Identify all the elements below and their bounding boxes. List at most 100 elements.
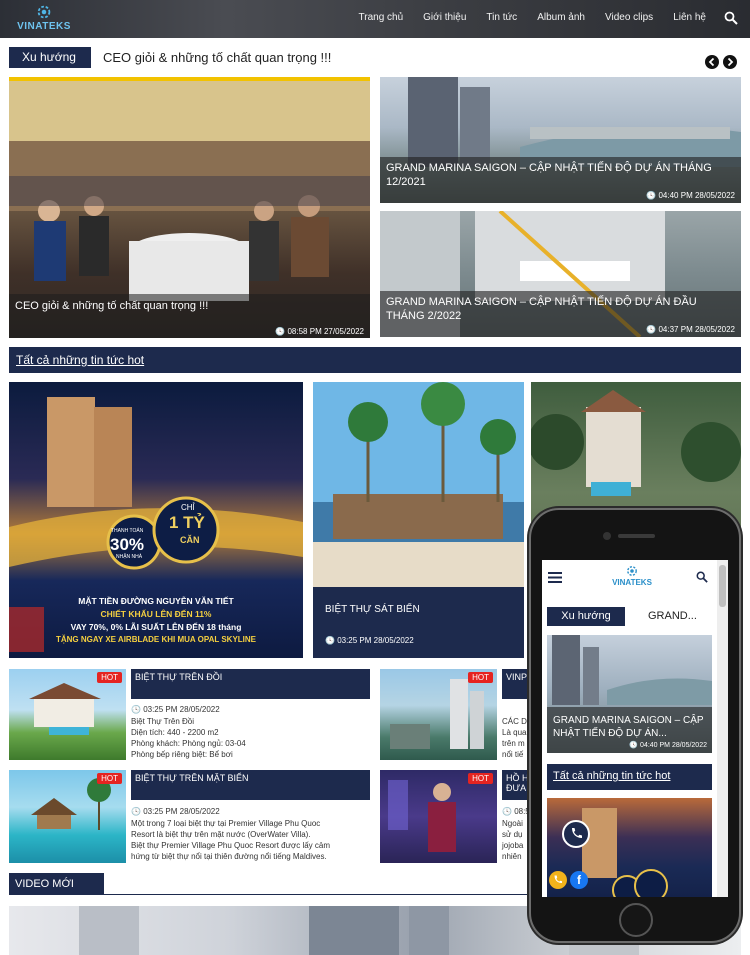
phone-speaker xyxy=(618,534,655,538)
hot-news-link[interactable]: Tất cả những tin tức hot xyxy=(16,353,144,367)
list-item-2-thumb[interactable]: HOT xyxy=(9,770,126,863)
hot-news-bar: Tất cả những tin tức hot xyxy=(9,347,741,373)
list-item-2-line-3: Biệt thự Premier Village Phu Quoc Resort… xyxy=(131,841,330,850)
list-item-1-line-1: Biệt Thự Trên Đồi xyxy=(131,717,195,726)
phone-call-icon xyxy=(554,875,562,883)
phone-home-button xyxy=(619,903,653,937)
promo-line-4: TẶNG NGAY XE AIRBLADE KHI MUA OPAL SKYLI… xyxy=(55,635,257,644)
promo-line-2: CHIẾT KHẤU LÊN ĐẾN 11% xyxy=(100,609,212,619)
list-item-1-line-2: Diện tích: 440 - 2200 m2 xyxy=(131,728,219,737)
nav-videos[interactable]: Video clips xyxy=(605,12,653,23)
trending-ticker: Xu hướng CEO giỏi & những tố chất quan t… xyxy=(9,47,741,69)
hot-badge: HOT xyxy=(468,773,493,784)
phone-mockup: VINATEKS Xu hướng GRAND... GRAND MARINA … xyxy=(529,508,741,943)
phone-screen: VINATEKS Xu hướng GRAND... GRAND MARINA … xyxy=(542,560,728,897)
list-item-1-excerpt: Biệt Thự Trên Đồi Diện tích: 440 - 2200 … xyxy=(131,716,370,760)
beach-villa-image xyxy=(313,382,524,587)
phone-promo-card[interactable]: f xyxy=(547,798,712,897)
side-article-2-time-text: 04:37 PM 28/05/2022 xyxy=(658,325,735,334)
trending-label: Xu hướng xyxy=(9,47,91,68)
side-article-2[interactable]: GRAND MARINA SAIGON – CẬP NHẬT TIẾN ĐỘ D… xyxy=(380,211,741,337)
list-item-1-thumb[interactable]: HOT xyxy=(9,669,126,760)
featured-article[interactable]: CEO giỏi & những tố chất quan trọng !!! … xyxy=(9,77,370,338)
nav-home[interactable]: Trang chủ xyxy=(359,12,404,23)
beach-villa-title[interactable]: BIỆT THỰ SÁT BIỂN xyxy=(325,604,420,615)
logo-icon xyxy=(37,5,51,19)
facebook-icon[interactable]: f xyxy=(570,871,588,889)
hot-badge: HOT xyxy=(97,773,122,784)
chevron-left-icon[interactable] xyxy=(705,55,719,69)
list-item-1-line-3: Phòng khách: Phòng ngủ: 03-04 xyxy=(131,739,246,748)
side-article-1-time: 🕓 04:40 PM 28/05/2022 xyxy=(646,191,735,200)
list-item-2-time-text: 03:25 PM 28/05/2022 xyxy=(143,807,220,816)
list-item-1-line-4: Phòng bếp riêng biệt: Bể bơi xyxy=(131,750,233,759)
phone-scroll-thumb[interactable] xyxy=(719,565,726,607)
list-item-2-line-2: Resort là biệt thự trên mặt nước (OverWa… xyxy=(131,830,311,839)
promo-line-3: VAY 70%, 0% LÃI SUẤT LÊN ĐẾN 18 tháng xyxy=(70,622,242,632)
list-item-1-title[interactable]: BIỆT THỰ TRÊN ĐỒI xyxy=(131,669,370,699)
phone-logo-text: VINATEKS xyxy=(612,578,652,587)
list-item-2-excerpt: Một trong 7 loại biệt thự tại Premier Vi… xyxy=(131,818,370,862)
side-article-2-time: 🕓 04:37 PM 28/05/2022 xyxy=(646,325,735,334)
phone-trending-headline[interactable]: GRAND... xyxy=(648,610,697,622)
promo-badge-chi: CHỈ xyxy=(181,503,195,512)
main-nav: Trang chủ Giới thiệu Tin tức Album ảnh V… xyxy=(359,12,707,23)
video-section-title: VIDEO MỚI xyxy=(9,873,104,895)
phone-search-icon[interactable] xyxy=(696,571,708,583)
promo-card[interactable]: THANH TOÁN 30% NHẬN NHÀ CHỈ 1 TỶ CĂN MẶT… xyxy=(9,382,303,658)
side-article-1-title[interactable]: GRAND MARINA SAIGON – CẬP NHẬT TIẾN ĐỘ D… xyxy=(386,161,731,189)
list-item-4-time-text: 08:5 xyxy=(514,807,530,816)
site-header: VINATEKS Trang chủ Giới thiệu Tin tức Al… xyxy=(0,0,750,38)
list-item-1-time: 🕓 03:25 PM 28/05/2022 xyxy=(131,705,220,714)
nav-news[interactable]: Tin tức xyxy=(486,12,517,23)
promo-badge-bottom: NHẬN NHÀ xyxy=(116,554,143,560)
phone-scrollbar[interactable] xyxy=(717,560,728,897)
phone-logo[interactable]: VINATEKS xyxy=(602,564,662,587)
promo-line-1: MẶT TIỀN ĐƯỜNG NGUYỄN VĂN TIẾT xyxy=(78,596,234,606)
phone-camera xyxy=(603,532,611,540)
trending-headline[interactable]: CEO giỏi & những tố chất quan trọng !!! xyxy=(103,50,331,65)
side-article-1-time-text: 04:40 PM 28/05/2022 xyxy=(658,191,735,200)
hamburger-menu-icon[interactable] xyxy=(548,572,562,583)
list-item-4-thumb[interactable]: HOT xyxy=(380,770,497,863)
list-item-3-thumb[interactable]: HOT xyxy=(380,669,497,760)
chevron-right-icon[interactable] xyxy=(723,55,737,69)
phone-article-time-text: 04:40 PM 28/05/2022 xyxy=(640,742,707,749)
promo-badge-top: THANH TOÁN xyxy=(111,528,144,534)
side-article-1[interactable]: GRAND MARINA SAIGON – CẬP NHẬT TIẾN ĐỘ D… xyxy=(380,77,741,203)
nav-album[interactable]: Album ảnh xyxy=(537,12,585,23)
phone-icon xyxy=(572,828,582,838)
beach-villa-time-text: 03:25 PM 28/05/2022 xyxy=(337,636,414,645)
list-item-1-time-text: 03:25 PM 28/05/2022 xyxy=(143,705,220,714)
promo-badge-percent: 30% xyxy=(110,535,145,554)
nav-contact[interactable]: Liên hệ xyxy=(673,12,706,23)
nav-about[interactable]: Giới thiệu xyxy=(423,12,466,23)
phone-hotline-button[interactable] xyxy=(549,871,567,889)
list-item-4-time: 🕓 08:5 xyxy=(502,807,530,816)
list-item-2-line-4: hứng từ biệt thự nổi tại thiên đường nổi… xyxy=(131,852,327,861)
promo-badge-can: CĂN xyxy=(180,535,200,545)
beach-villa-time: 🕓 03:25 PM 28/05/2022 xyxy=(325,636,414,645)
phone-hot-news-link[interactable]: Tất cả những tin tức hot xyxy=(553,770,670,782)
phone-hot-news-bar: Tất cả những tin tức hot xyxy=(547,764,712,790)
phone-article-title[interactable]: GRAND MARINA SAIGON – CẬP NHẬT TIẾN ĐỘ D… xyxy=(553,714,708,740)
featured-time-text: 08:58 PM 27/05/2022 xyxy=(287,327,364,336)
phone-article-card[interactable]: GRAND MARINA SAIGON – CẬP NHẬT TIẾN ĐỘ D… xyxy=(547,635,712,753)
search-icon[interactable] xyxy=(724,11,738,25)
site-logo[interactable]: VINATEKS xyxy=(14,3,74,36)
hot-badge: HOT xyxy=(97,672,122,683)
side-article-2-title[interactable]: GRAND MARINA SAIGON – CẬP NHẬT TIẾN ĐỘ D… xyxy=(386,295,731,323)
beach-villa-card[interactable]: BIỆT THỰ SÁT BIỂN 🕓 03:25 PM 28/05/2022 xyxy=(313,382,524,658)
featured-time: 🕓 08:58 PM 27/05/2022 xyxy=(275,327,364,336)
hot-badge: HOT xyxy=(468,672,493,683)
featured-title[interactable]: CEO giỏi & những tố chất quan trọng !!! xyxy=(15,299,208,313)
list-item-2-line-1: Một trong 7 loại biệt thự tại Premier Vi… xyxy=(131,819,321,828)
phone-call-button[interactable] xyxy=(562,820,590,848)
phone-trending-label: Xu hướng xyxy=(547,607,625,626)
list-item-2-time: 🕓 03:25 PM 28/05/2022 xyxy=(131,807,220,816)
phone-article-time: 🕓 04:40 PM 28/05/2022 xyxy=(629,742,707,749)
list-item-2-title[interactable]: BIỆT THỰ TRÊN MẶT BIỂN xyxy=(131,770,370,800)
phone-logo-icon xyxy=(627,566,637,576)
logo-text: VINATEKS xyxy=(17,21,71,32)
promo-badge-ty: 1 TỶ xyxy=(169,513,205,532)
